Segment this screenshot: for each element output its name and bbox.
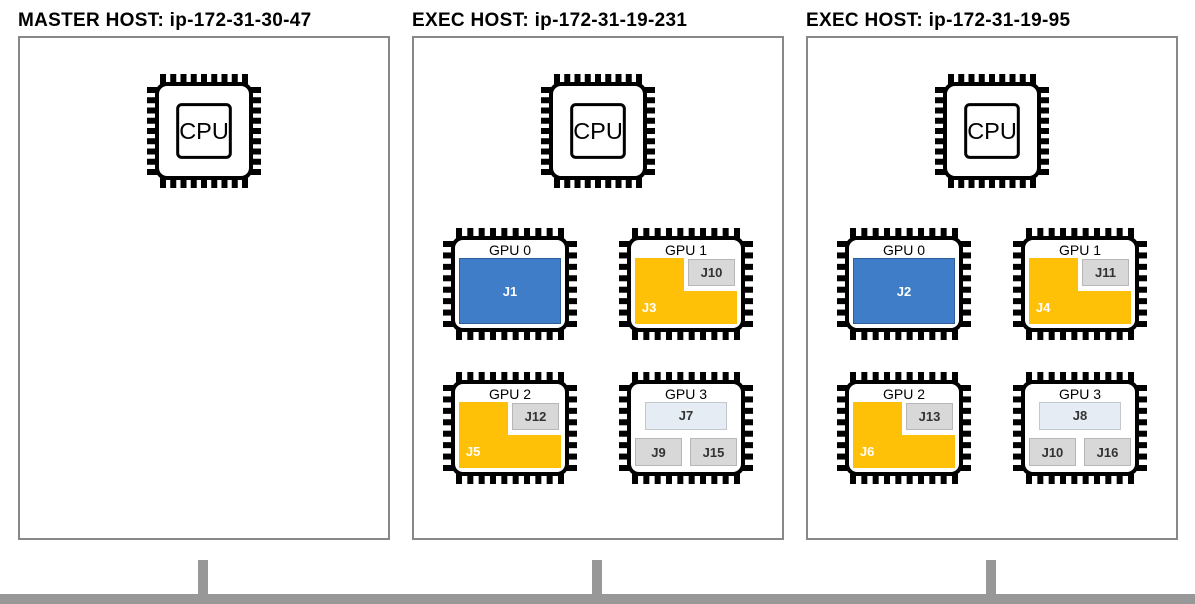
gpu-job-layer: J2	[853, 258, 955, 324]
gpu-row: GPU 0 J2 GPU 1 J4 J11	[829, 224, 1155, 344]
job-label: J12	[525, 409, 547, 424]
gpu-chip: GPU 0 J2	[829, 224, 979, 344]
gpu-job-layer: J7 J9 J15	[635, 402, 737, 468]
gpu-chip: GPU 2 J6 J13	[829, 368, 979, 488]
gpu-label: GPU 3	[611, 386, 761, 402]
gpu-job-layer: J5 J12	[459, 402, 561, 468]
job-block-main-ext: J5	[506, 435, 561, 468]
job-block-main-ext: J6	[900, 435, 955, 468]
gpu-job-layer: J6 J13	[853, 402, 955, 468]
host-box: CPU GPU 0 J1 GPU 1 J3 J10 GPU 2 J5	[412, 36, 784, 540]
cpu-chip-icon: CPU	[533, 66, 663, 196]
job-label: J16	[1097, 445, 1119, 460]
network-bus	[0, 594, 1195, 604]
gpu-row: GPU 2 J6 J13 GPU 3 J8 J10 J16	[829, 368, 1155, 488]
job-block: J1	[459, 258, 561, 324]
gpu-chip: GPU 3 J8 J10 J16	[1005, 368, 1155, 488]
job-block-top: J7	[645, 402, 727, 430]
gpu-chip: GPU 3 J7 J9 J15	[611, 368, 761, 488]
job-block-main-ext: J3	[682, 291, 737, 324]
host-title: MASTER HOST: ip-172-31-30-47	[18, 10, 390, 32]
job-block: J2	[853, 258, 955, 324]
job-label: J11	[1095, 265, 1116, 280]
host-title: EXEC HOST: ip-172-31-19-231	[412, 10, 784, 32]
job-label: J10	[1042, 445, 1064, 460]
gpu-chip: GPU 2 J5 J12	[435, 368, 585, 488]
job-label: J4	[1036, 300, 1050, 315]
job-block-small: J11	[1082, 259, 1129, 285]
gpu-row: GPU 2 J5 J12 GPU 3 J7 J9 J15	[435, 368, 761, 488]
gpu-label: GPU 2	[829, 386, 979, 402]
job-block-small: J12	[512, 403, 559, 429]
gpu-label: GPU 1	[611, 242, 761, 258]
gpu-job-layer: J1	[459, 258, 561, 324]
gpu-chip: GPU 1 J4 J11	[1005, 224, 1155, 344]
svg-text:CPU: CPU	[179, 118, 229, 144]
job-block-main-ext: J4	[1076, 291, 1131, 324]
svg-text:CPU: CPU	[967, 118, 1017, 144]
gpu-job-layer: J3 J10	[635, 258, 737, 324]
job-label: J6	[860, 444, 874, 459]
job-label: J15	[703, 445, 725, 460]
job-label: J3	[642, 300, 656, 315]
cpu-chip-icon: CPU	[927, 66, 1057, 196]
job-block-top: J8	[1039, 402, 1121, 430]
job-block-bl: J10	[1029, 438, 1076, 466]
gpu-chip: GPU 0 J1	[435, 224, 585, 344]
job-label: J1	[503, 284, 517, 299]
host-box: CPU	[18, 36, 390, 540]
job-label: J10	[701, 265, 723, 280]
host-column: EXEC HOST: ip-172-31-19-95 CPU GPU 0 J2 …	[806, 10, 1178, 540]
cpu-chip-icon: CPU	[139, 66, 269, 196]
gpu-label: GPU 1	[1005, 242, 1155, 258]
gpu-chip: GPU 1 J3 J10	[611, 224, 761, 344]
job-label: J13	[919, 409, 941, 424]
job-block-small: J10	[688, 259, 735, 285]
job-block-bl: J9	[635, 438, 682, 466]
job-label: J8	[1073, 408, 1087, 423]
job-block-small: J13	[906, 403, 953, 429]
gpu-label: GPU 0	[435, 242, 585, 258]
host-column: EXEC HOST: ip-172-31-19-231 CPU GPU 0 J1…	[412, 10, 784, 540]
gpu-label: GPU 0	[829, 242, 979, 258]
gpu-row: GPU 0 J1 GPU 1 J3 J10	[435, 224, 761, 344]
gpu-job-layer: J8 J10 J16	[1029, 402, 1131, 468]
job-label: J9	[651, 445, 665, 460]
job-block-br: J15	[690, 438, 737, 466]
host-box: CPU GPU 0 J2 GPU 1 J4 J11 GPU 2 J6	[806, 36, 1178, 540]
gpu-label: GPU 2	[435, 386, 585, 402]
svg-text:CPU: CPU	[573, 118, 623, 144]
job-label: J2	[897, 284, 911, 299]
host-title: EXEC HOST: ip-172-31-19-95	[806, 10, 1178, 32]
job-block-br: J16	[1084, 438, 1131, 466]
host-column: MASTER HOST: ip-172-31-30-47 CPU	[18, 10, 390, 540]
job-label: J5	[466, 444, 480, 459]
job-label: J7	[679, 408, 693, 423]
gpu-job-layer: J4 J11	[1029, 258, 1131, 324]
gpu-label: GPU 3	[1005, 386, 1155, 402]
